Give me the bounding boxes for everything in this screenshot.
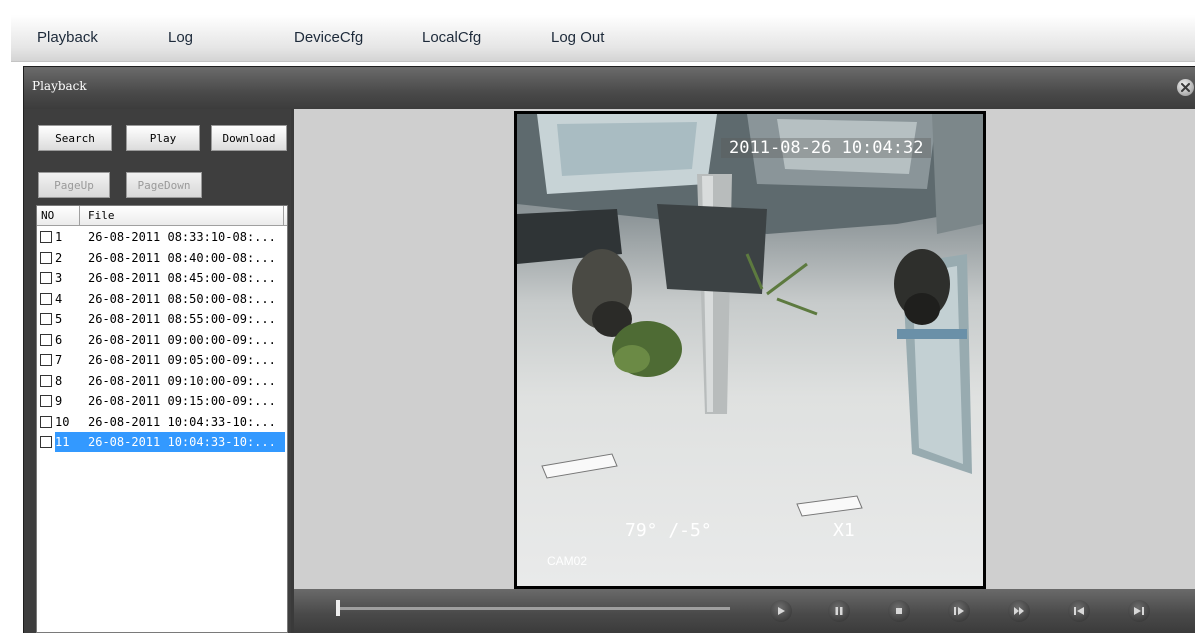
video-feed: 2011-08-26 10:04:32 79° /-5° X1 CAM02 <box>517 114 983 586</box>
search-button[interactable]: Search <box>38 125 112 151</box>
file-number: 8 <box>55 373 63 388</box>
file-number: 4 <box>55 291 63 306</box>
next-file-icon <box>1134 607 1144 615</box>
file-list: NO File 1 26-08-2011 08:33:10-08:... 2 26-0… <box>36 205 288 633</box>
file-number: 6 <box>55 332 63 347</box>
file-checkbox[interactable] <box>40 374 52 387</box>
next-file-control-button[interactable] <box>1128 600 1150 622</box>
file-name: 26-08-2011 10:04:33-10:... <box>88 435 276 449</box>
file-name: 26-08-2011 09:10:00-09:... <box>88 373 276 388</box>
osd-zoom-level: X1 <box>833 520 855 541</box>
stop-icon <box>896 608 902 614</box>
file-name: 26-08-2011 09:05:00-09:... <box>88 353 276 367</box>
file-number: 9 <box>55 394 63 408</box>
window-title: Playback <box>32 79 87 93</box>
page-up-button[interactable]: PageUp <box>38 172 110 198</box>
column-divider[interactable] <box>79 206 80 226</box>
pause-control-button[interactable] <box>828 600 850 622</box>
file-checkbox[interactable] <box>40 436 52 448</box>
osd-timestamp: 2011-08-26 10:04:32 <box>721 138 932 158</box>
close-button[interactable] <box>1177 79 1194 96</box>
file-number: 10 <box>55 414 70 429</box>
play-control-button[interactable] <box>770 600 792 622</box>
file-number: 1 <box>55 230 63 244</box>
previous-file-icon <box>1074 607 1084 615</box>
playback-control-bar <box>294 589 1195 633</box>
file-name: 26-08-2011 08:33:10-08:... <box>88 230 276 244</box>
stop-control-button[interactable] <box>888 600 910 622</box>
nav-log[interactable]: Log <box>168 29 193 46</box>
file-number: 5 <box>55 312 63 326</box>
file-name: 26-08-2011 08:40:00-08:... <box>88 250 276 265</box>
file-checkbox[interactable] <box>40 354 52 366</box>
file-list-row[interactable]: 8 26-08-2011 09:10:00-09:... <box>37 371 287 391</box>
file-number: 11 <box>55 435 70 449</box>
window-titlebar: Playback <box>24 67 1195 109</box>
file-list-row[interactable]: 11 26-08-2011 10:04:33-10:... <box>37 432 287 452</box>
top-nav-bar: Playback Log DeviceCfg LocalCfg Log Out <box>11 15 1195 62</box>
fast-forward-icon <box>1014 607 1024 615</box>
column-divider[interactable] <box>283 206 284 226</box>
pause-icon <box>835 607 843 615</box>
file-list-row[interactable]: 2 26-08-2011 08:40:00-08:... <box>37 248 287 268</box>
nav-devicecfg[interactable]: DeviceCfg <box>294 29 363 46</box>
nav-localcfg[interactable]: LocalCfg <box>422 29 481 46</box>
progress-track[interactable] <box>338 607 730 610</box>
file-list-row[interactable]: 4 26-08-2011 08:50:00-08:... <box>37 289 287 309</box>
download-button[interactable]: Download <box>211 125 287 151</box>
file-checkbox[interactable] <box>40 415 52 428</box>
close-icon <box>1181 83 1190 92</box>
file-number: 7 <box>55 353 63 367</box>
nav-logout[interactable]: Log Out <box>551 29 604 46</box>
column-header-no[interactable]: NO <box>41 209 54 222</box>
file-list-row[interactable]: 5 26-08-2011 08:55:00-09:... <box>37 309 287 329</box>
file-name: 26-08-2011 08:50:00-08:... <box>88 291 276 306</box>
file-checkbox[interactable] <box>40 272 52 284</box>
camera-scene-image <box>517 114 983 517</box>
previous-file-control-button[interactable] <box>1068 600 1090 622</box>
progress-slider-thumb[interactable] <box>336 600 340 616</box>
file-search-panel: Search Play Download PageUp PageDown NO … <box>24 109 291 633</box>
file-checkbox[interactable] <box>40 333 52 346</box>
file-number: 2 <box>55 250 63 265</box>
file-checkbox[interactable] <box>40 251 52 264</box>
file-list-row[interactable]: 6 26-08-2011 09:00:00-09:... <box>37 330 287 350</box>
nav-playback[interactable]: Playback <box>37 29 98 46</box>
osd-ptz-position: 79° /-5° <box>625 520 712 541</box>
video-frame[interactable]: 2011-08-26 10:04:32 79° /-5° X1 CAM02 <box>514 111 986 589</box>
video-display-area: 2011-08-26 10:04:32 79° /-5° X1 CAM02 <box>294 109 1195 589</box>
file-name: 26-08-2011 09:00:00-09:... <box>88 332 276 347</box>
osd-camera-name: CAM02 <box>547 554 588 568</box>
file-checkbox[interactable] <box>40 313 52 325</box>
file-checkbox[interactable] <box>40 395 52 407</box>
play-button[interactable]: Play <box>126 125 200 151</box>
file-checkbox[interactable] <box>40 231 52 243</box>
file-name: 26-08-2011 08:45:00-08:... <box>88 271 276 285</box>
file-list-row[interactable]: 1 26-08-2011 08:33:10-08:... <box>37 227 287 247</box>
playback-window: Playback Search Play Download PageUp Pag… <box>23 66 1195 633</box>
file-list-row[interactable]: 10 26-08-2011 10:04:33-10:... <box>37 412 287 432</box>
fast-forward-control-button[interactable] <box>1008 600 1030 622</box>
step-forward-icon <box>954 607 964 615</box>
file-name: 26-08-2011 08:55:00-09:... <box>88 312 276 326</box>
play-icon <box>778 607 785 615</box>
file-list-header: NO File <box>37 206 287 226</box>
file-list-row[interactable]: 9 26-08-2011 09:15:00-09:... <box>37 391 287 411</box>
file-name: 26-08-2011 10:04:33-10:... <box>88 414 276 429</box>
page-down-button[interactable]: PageDown <box>126 172 202 198</box>
step-forward-control-button[interactable] <box>948 600 970 622</box>
file-list-row[interactable]: 3 26-08-2011 08:45:00-08:... <box>37 268 287 288</box>
file-checkbox[interactable] <box>40 292 52 305</box>
column-header-file[interactable]: File <box>88 209 115 222</box>
file-list-row[interactable]: 7 26-08-2011 09:05:00-09:... <box>37 350 287 370</box>
file-name: 26-08-2011 09:15:00-09:... <box>88 394 276 408</box>
file-number: 3 <box>55 271 63 285</box>
